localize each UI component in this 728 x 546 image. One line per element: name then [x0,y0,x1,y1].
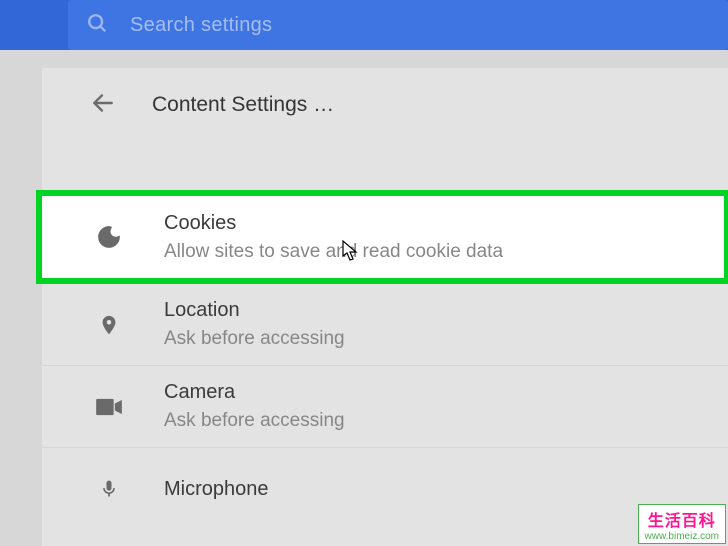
item-title: Microphone [164,478,269,501]
item-title: Cookies [164,212,503,235]
watermark: 生活百科 www.bimeiz.com [638,504,726,544]
settings-item-cookies[interactable]: Cookies Allow sites to save and read coo… [36,190,728,284]
item-subtitle: Allow sites to save and read cookie data [164,241,503,263]
content-panel: Content Settings … Cookies Allow sites t… [42,68,728,546]
watermark-title: 生活百科 [645,507,719,531]
item-subtitle: Ask before accessing [164,410,345,432]
settings-item-location[interactable]: Location Ask before accessing [42,284,728,366]
microphone-icon [92,475,126,503]
search-icon [86,12,108,39]
search-placeholder: Search settings [130,14,272,37]
app-header: Search settings [0,0,728,50]
item-title: Location [164,299,345,322]
settings-item-microphone[interactable]: Microphone [42,448,728,530]
cookie-icon [92,224,126,250]
page-header: Content Settings … [42,68,728,142]
page-title: Content Settings … [152,93,334,117]
watermark-url: www.bimeiz.com [645,531,719,542]
item-title: Camera [164,381,345,404]
camera-icon [92,397,126,417]
settings-item-camera[interactable]: Camera Ask before accessing [42,366,728,448]
back-arrow-icon[interactable] [90,90,116,121]
location-icon [92,311,126,339]
item-subtitle: Ask before accessing [164,328,345,350]
settings-list: Cookies Allow sites to save and read coo… [42,142,728,530]
search-box[interactable]: Search settings [68,0,728,50]
